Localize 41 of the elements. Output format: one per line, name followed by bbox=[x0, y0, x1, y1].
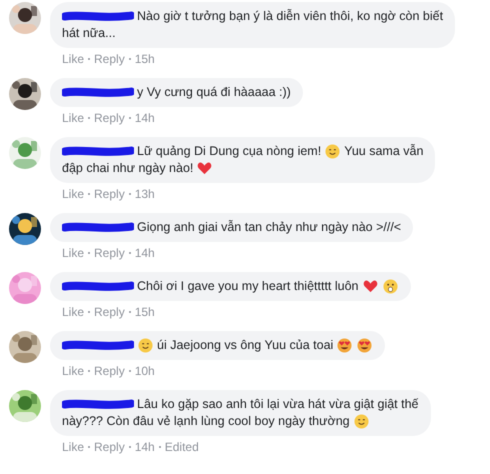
comment-text: đập chai như ngày nào! bbox=[62, 160, 194, 177]
comment-text: y Vy cưng quá đi hàaaaa :)) bbox=[137, 84, 291, 101]
comment-action-link[interactable]: Reply bbox=[94, 111, 125, 125]
comment-text: Yuu sama vẫn bbox=[344, 143, 424, 160]
comment-time: 15h bbox=[134, 52, 155, 66]
comment-text: Lữ quảng Di Dung cụa nòng iem! bbox=[137, 143, 322, 160]
comment-action-link[interactable]: Like bbox=[62, 305, 84, 319]
comment-time: 14h bbox=[134, 246, 155, 260]
heart-icon bbox=[197, 161, 212, 176]
comment-text: hát nữa... bbox=[62, 25, 116, 42]
comment-action-link[interactable]: Like bbox=[62, 187, 84, 201]
comment-text: Giọng anh giai vẫn tan chảy như ngày nào >///< bbox=[137, 219, 402, 236]
comment-action-link[interactable]: Like bbox=[62, 364, 84, 378]
comment-text: Lâu ko gặp sao anh tôi lại vừa hát vừa giật giật thế bbox=[137, 396, 419, 413]
heart-icon bbox=[362, 279, 378, 294]
comment-action-link[interactable]: Reply bbox=[94, 187, 125, 201]
comment-action-link[interactable]: Reply bbox=[94, 246, 125, 260]
comment-action-link[interactable]: Reply bbox=[94, 440, 125, 454]
comment-time: 14h bbox=[134, 111, 155, 125]
comment-action-link[interactable]: Reply bbox=[94, 52, 125, 66]
comment-text: này??? Còn đâu vẻ lạnh lùng cool boy ngày thường bbox=[62, 413, 350, 430]
smiley-icon bbox=[325, 144, 340, 159]
comment-action-link[interactable]: Reply bbox=[94, 364, 125, 378]
smiley-icon bbox=[354, 414, 369, 429]
comment-text: Chôi ơi I gave you my heart thiệttttt luôn bbox=[137, 278, 359, 295]
heart-eyes-face-icon bbox=[357, 338, 372, 353]
edited-label: Edited bbox=[164, 440, 199, 454]
smiley-icon bbox=[138, 338, 153, 353]
comment-text: Nào giờ t tưởng bạn ý là diễn viên thôi, ko ngờ còn biết bbox=[137, 8, 444, 25]
comment-action-link[interactable]: Like bbox=[62, 111, 84, 125]
heart-eyes-face-icon bbox=[337, 338, 352, 353]
comment-time: 13h bbox=[134, 187, 155, 201]
comment-action-link[interactable]: Like bbox=[62, 246, 84, 260]
comment-time: 15h bbox=[134, 305, 155, 319]
comment-action-link[interactable]: Reply bbox=[94, 305, 125, 319]
comment-time: 10h bbox=[134, 364, 155, 378]
comment-time: 14h bbox=[134, 440, 155, 454]
gasping-face-icon bbox=[382, 279, 398, 294]
comment-action-link[interactable]: Like bbox=[62, 52, 84, 66]
comment-action-link[interactable]: Like bbox=[62, 440, 84, 454]
comment-text: úi Jaejoong vs ông Yuu của toai bbox=[157, 337, 334, 354]
